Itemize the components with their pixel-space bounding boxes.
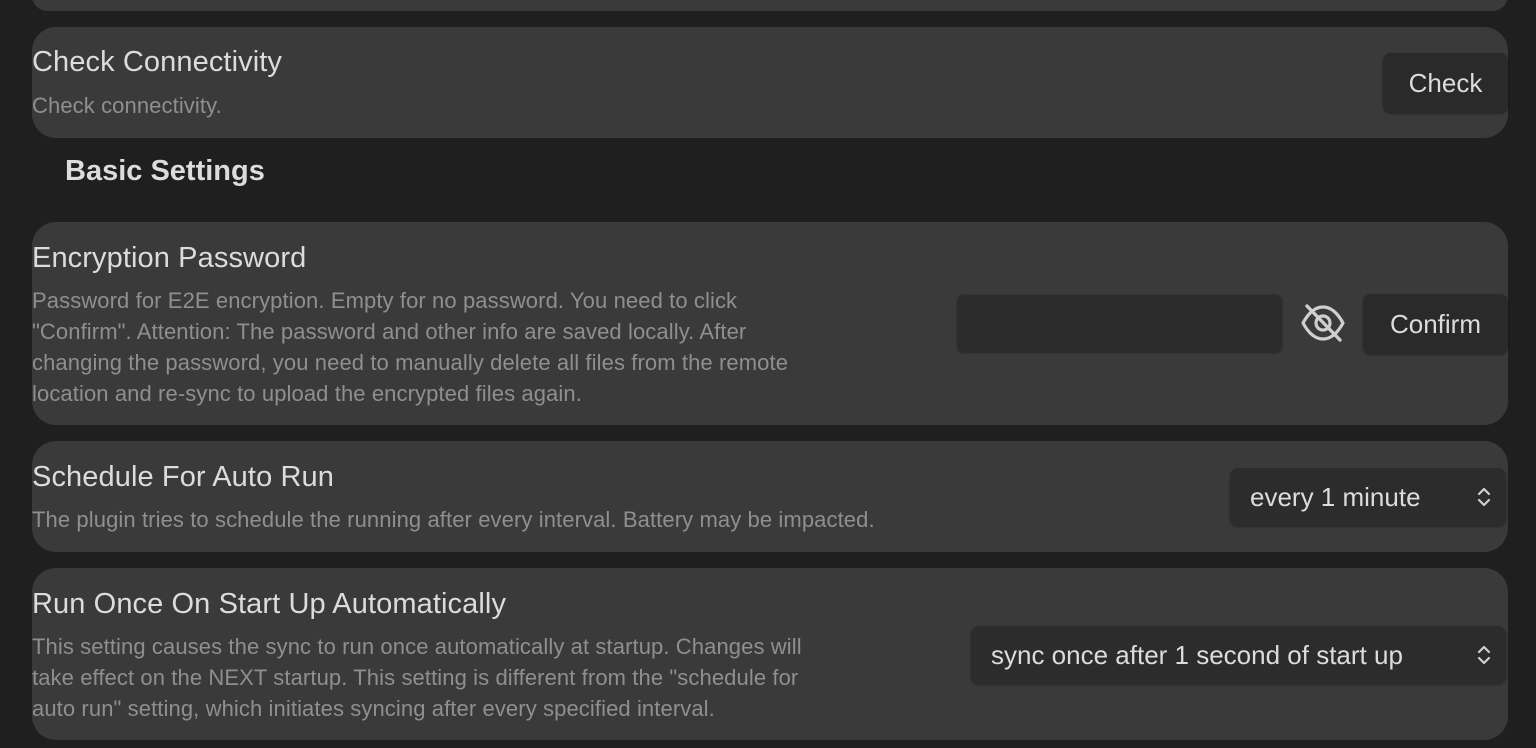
check-connectivity-setting: Check Connectivity Check connectivity. C…	[32, 27, 1508, 138]
section-heading-basic-settings: Basic Settings	[65, 155, 265, 187]
check-button[interactable]: Check	[1383, 53, 1508, 113]
description-line: This setting causes the sync to run once…	[32, 634, 802, 659]
chevron-up-down-icon	[1477, 487, 1491, 507]
setting-title: Run Once On Start Up Automatically	[32, 588, 507, 620]
setting-description: Password for E2E encryption. Empty for n…	[32, 285, 922, 409]
eye-off-icon[interactable]	[1298, 298, 1348, 348]
schedule-auto-run-setting: Schedule For Auto Run The plugin tries t…	[32, 441, 1508, 552]
encryption-password-input[interactable]	[956, 294, 1283, 354]
schedule-interval-select[interactable]: every 1 minute	[1230, 468, 1506, 526]
confirm-button[interactable]: Confirm	[1363, 294, 1508, 354]
chevron-up-down-icon	[1477, 645, 1491, 665]
description-line: auto run" setting, which initiates synci…	[32, 696, 715, 721]
setting-description: Check connectivity.	[32, 93, 222, 118]
setting-description: This setting causes the sync to run once…	[32, 631, 932, 724]
run-once-on-startup-setting: Run Once On Start Up Automatically This …	[32, 568, 1508, 740]
previous-setting-card	[32, 0, 1508, 11]
description-line: Password for E2E encryption. Empty for n…	[32, 288, 738, 313]
selected-value: sync once after 1 second of start up	[991, 639, 1403, 670]
encryption-password-setting: Encryption Password Password for E2E enc…	[32, 222, 1508, 425]
startup-sync-select[interactable]: sync once after 1 second of start up	[971, 626, 1506, 684]
description-line: changing the password, you need to manua…	[32, 350, 789, 375]
setting-title: Encryption Password	[32, 242, 307, 274]
setting-title: Check Connectivity	[32, 46, 283, 78]
description-line: location and re-sync to upload the encry…	[32, 381, 582, 406]
description-line: take effect on the NEXT startup. This se…	[32, 665, 799, 690]
setting-title: Schedule For Auto Run	[32, 461, 334, 493]
description-line: "Confirm". Attention: The password and o…	[32, 319, 747, 344]
setting-description: The plugin tries to schedule the running…	[32, 507, 875, 532]
selected-value: every 1 minute	[1250, 481, 1421, 512]
